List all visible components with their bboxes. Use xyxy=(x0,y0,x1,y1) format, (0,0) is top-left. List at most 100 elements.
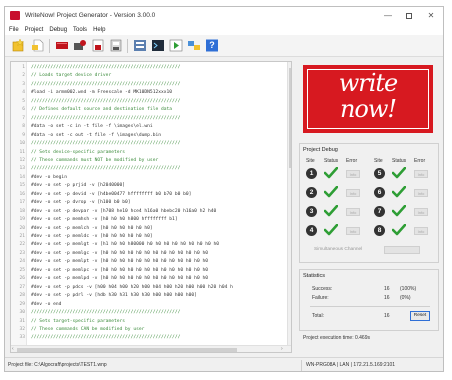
error-info-button[interactable]: Info xyxy=(414,207,428,216)
line-number: 26 xyxy=(19,276,25,282)
error-info-button[interactable]: Info xyxy=(414,169,428,178)
code-statement: #dev -o set -p devpar -v [h708 he10 hce4… xyxy=(31,208,217,214)
statistics-divider xyxy=(310,306,430,307)
code-comment: ////////////////////////////////////////… xyxy=(31,115,181,121)
line-number: 18 xyxy=(19,208,25,214)
code-statement: #dev -o set -p memlgt -v [h1 h0 h0 h8000… xyxy=(31,242,220,248)
failure-count: 16 xyxy=(384,295,390,301)
minimize-button[interactable]: — xyxy=(381,9,395,22)
code-statement: #dev -o set -p dvrop -v [h100 b0 b0] xyxy=(31,200,131,206)
status-check-icon xyxy=(324,205,338,217)
menu-tools[interactable]: Tools xyxy=(73,27,87,33)
line-number: 15 xyxy=(19,183,25,189)
new-project-icon[interactable] xyxy=(11,38,25,52)
error-info-button[interactable]: Info xyxy=(414,226,428,235)
vertical-scroll-thumb[interactable] xyxy=(289,68,291,168)
menu-debug[interactable]: Debug xyxy=(49,27,67,33)
reset-button[interactable]: Reset xyxy=(410,311,430,321)
network-icon[interactable] xyxy=(187,39,201,52)
line-number: 19 xyxy=(19,217,25,223)
open-icon[interactable] xyxy=(91,39,105,52)
code-line: 28 #dev -o set -p pdrl -v [hdb h30 h31 h3… xyxy=(11,292,287,300)
error-info-button[interactable]: Info xyxy=(346,188,360,197)
code-statement: #dev -o set -p memlgc -v [h0 h0 h0 h0 h0… xyxy=(31,250,209,256)
toolbar: ? xyxy=(5,35,443,57)
script-editor[interactable]: 1 ///////////////////////////////////////… xyxy=(10,61,292,353)
status-bar: Project file: C:\Algocraft\projects\TEST… xyxy=(5,357,443,371)
save-icon[interactable] xyxy=(109,39,123,52)
code-line: 33 //////////////////////////////////////… xyxy=(11,334,287,342)
status-check-icon xyxy=(324,167,338,179)
column-header-error: Error xyxy=(414,158,426,164)
code-comment: // Sets target-specific parameters xyxy=(31,318,126,324)
line-number: 31 xyxy=(19,318,25,324)
main-window: WriteNow! Project Generator - Version 3.… xyxy=(4,6,444,372)
menu-help[interactable]: Help xyxy=(93,27,105,33)
menu-project[interactable]: Project xyxy=(25,27,44,33)
simultaneous-channel-label: Simultaneous Channel xyxy=(314,247,363,252)
code-statement: #dev -o set -p memlpt -v [h0 h0 h0 h0 h0… xyxy=(31,259,209,265)
line-number: 2 xyxy=(22,73,25,79)
line-number: 20 xyxy=(19,225,25,231)
programmer-icon[interactable] xyxy=(55,39,69,52)
code-comment: ////////////////////////////////////////… xyxy=(31,141,181,147)
code-line: 10 //////////////////////////////////////… xyxy=(11,140,287,148)
line-number: 14 xyxy=(19,174,25,180)
code-comment: ////////////////////////////////////////… xyxy=(31,335,181,341)
line-number: 17 xyxy=(19,200,25,206)
scroll-right-arrow[interactable]: › xyxy=(281,346,283,352)
horizontal-scrollbar[interactable]: ‹ › xyxy=(11,345,291,352)
line-number: 33 xyxy=(19,335,25,341)
code-statement: #dev -o set -p pdrl -v [hdb h30 h31 h30 … xyxy=(31,293,197,299)
line-number: 3 xyxy=(22,81,25,87)
status-check-icon xyxy=(392,167,406,179)
site-number-badge: 3 xyxy=(306,206,317,217)
line-number: 23 xyxy=(19,250,25,256)
horizontal-scroll-thumb[interactable] xyxy=(17,348,237,352)
error-info-button[interactable]: Info xyxy=(414,188,428,197)
new-file-icon[interactable] xyxy=(31,39,45,52)
error-info-button[interactable]: Info xyxy=(346,207,360,216)
title-bar: WriteNow! Project Generator - Version 3.… xyxy=(5,7,443,24)
maximize-icon xyxy=(406,12,412,19)
line-number: 22 xyxy=(19,242,25,248)
terminal-icon[interactable] xyxy=(151,39,165,52)
code-line: 9 #data -o set -c out -t file -f \images\… xyxy=(11,132,287,140)
site-number-badge: 7 xyxy=(374,206,385,217)
code-line: 30 //////////////////////////////////////… xyxy=(11,309,287,317)
code-line: 22 #dev -o set -p memlgt -v [h1 h0 h0 h80… xyxy=(11,241,287,249)
scroll-left-arrow[interactable]: ‹ xyxy=(12,346,14,352)
status-check-icon xyxy=(324,186,338,198)
status-check-icon xyxy=(324,224,338,236)
code-line: 27 #dev -o set -p pdcs -v [h00 h04 h00 h2… xyxy=(11,284,287,292)
toolbar-separator xyxy=(49,39,50,53)
code-line: 7 ///////////////////////////////////////… xyxy=(11,115,287,123)
statistics-panel: Statistics Success: 16 (100%) Failure: 1… xyxy=(299,269,439,331)
code-statement: #dev -o set -p memldc -v [h0 h0 h0 h0 h0… xyxy=(31,234,153,239)
code-statement: #dev -o set -p memlch -v [h0 h0 h0 h0 h0… xyxy=(31,225,153,231)
code-line: 29 #dev -o end xyxy=(11,301,287,309)
vertical-scrollbar[interactable] xyxy=(287,62,291,345)
help-icon[interactable]: ? xyxy=(205,39,219,52)
code-comment: // Defines default source and destinatio… xyxy=(31,107,173,113)
line-number: 5 xyxy=(22,98,25,104)
code-line: 19 #dev -o set -p memhsh -v [h0 h0 h0 h80… xyxy=(11,216,287,224)
code-line: 26 #dev -o set -p memlpd -v [h0 h0 h0 h0 … xyxy=(11,275,287,283)
window-title: WriteNow! Project Generator - Version 3.… xyxy=(25,12,156,19)
settings-icon[interactable] xyxy=(133,39,147,52)
devices-icon[interactable] xyxy=(73,39,87,52)
project-file-path: Project file: C:\Algocraft\projects\TEST… xyxy=(8,362,107,368)
error-info-button[interactable]: Info xyxy=(346,226,360,235)
close-button[interactable]: ✕ xyxy=(424,9,438,22)
column-header-site: Site xyxy=(306,158,315,164)
code-line: 21 #dev -o set -p memldc -v [h0 h0 h0 h0 … xyxy=(11,233,287,241)
code-comment: ////////////////////////////////////////… xyxy=(31,65,181,70)
code-line: 25 #dev -o set -p memlpc -v [h0 h0 h0 h0 … xyxy=(11,267,287,275)
menu-file[interactable]: File xyxy=(9,27,19,33)
error-info-button[interactable]: Info xyxy=(346,169,360,178)
code-statement: #dev -o set -p devid -v [h4be00477 hffff… xyxy=(31,191,192,197)
maximize-button[interactable] xyxy=(402,9,416,22)
run-icon[interactable] xyxy=(169,39,183,52)
line-number: 16 xyxy=(19,191,25,197)
column-header-site: Site xyxy=(374,158,383,164)
